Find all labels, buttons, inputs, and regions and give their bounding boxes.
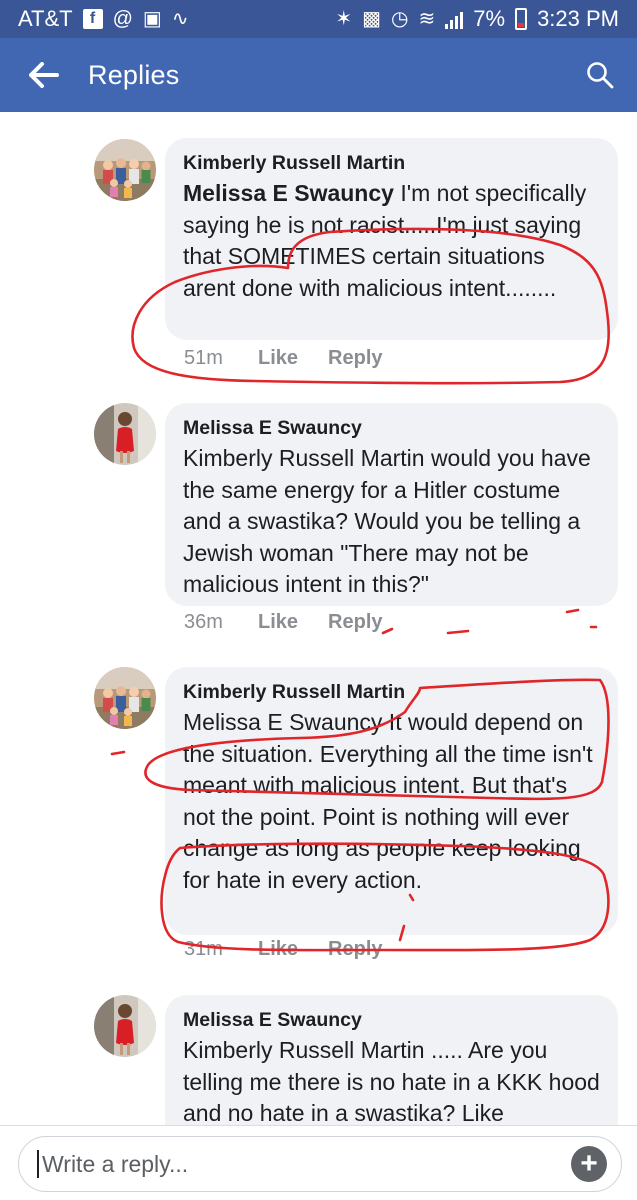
carrier-label: AT&T xyxy=(18,6,73,31)
app-bar: Replies xyxy=(0,38,637,112)
back-button[interactable] xyxy=(0,38,88,112)
comment-mention[interactable]: Melissa E Swauncy xyxy=(183,180,394,206)
reply-bar: Write a reply... + xyxy=(0,1125,637,1200)
text-caret xyxy=(37,1150,39,1178)
woman-red-dress-avatar-icon xyxy=(94,403,156,465)
facebook-notification-icon: f xyxy=(82,9,103,29)
like-button[interactable]: Like xyxy=(258,938,298,961)
comment-text: Kimberly Russell Martin ..... Are you te… xyxy=(183,1037,600,1125)
woman-red-dress-avatar-icon xyxy=(94,995,156,1057)
comment-author[interactable]: Melissa E Swauncy xyxy=(183,415,600,441)
reply-button[interactable]: Reply xyxy=(328,347,382,370)
nfc-icon: ▩ xyxy=(362,8,382,30)
comment-time: 51m xyxy=(184,347,223,369)
avatar[interactable] xyxy=(94,995,156,1057)
family-photo-avatar-icon xyxy=(94,139,156,201)
signal-icon xyxy=(445,9,464,29)
alarm-icon: ◷ xyxy=(391,8,409,30)
bluetooth-icon: ✶ xyxy=(335,8,353,30)
clock: 3:23 PM xyxy=(537,6,619,31)
page-title: Replies xyxy=(88,59,180,90)
comment-bubble[interactable]: Kimberly Russell Martin Melissa E Swaunc… xyxy=(165,667,618,935)
battery-percent: 7% xyxy=(473,6,506,31)
comment-actions: 51m Like Reply xyxy=(184,347,413,370)
replies-feed[interactable]: Kimberly Russell Martin Melissa E Swaunc… xyxy=(0,112,637,1125)
reply-input[interactable]: Write a reply... xyxy=(18,1136,622,1192)
add-attachment-button[interactable]: + xyxy=(571,1146,607,1182)
wifi-icon: ≋ xyxy=(418,8,436,30)
comment-text: Melissa E Swauncy It would depend on the… xyxy=(183,709,593,893)
reply-button[interactable]: Reply xyxy=(328,938,382,961)
search-button[interactable] xyxy=(563,38,637,112)
avatar[interactable] xyxy=(94,403,156,465)
comment-bubble[interactable]: Melissa E Swauncy Kimberly Russell Marti… xyxy=(165,995,618,1125)
comment-time: 36m xyxy=(184,611,223,633)
comment-author[interactable]: Kimberly Russell Martin xyxy=(183,679,600,705)
reply-button[interactable]: Reply xyxy=(328,611,382,634)
back-arrow-icon xyxy=(29,62,59,88)
comment-author[interactable]: Melissa E Swauncy xyxy=(183,1007,600,1033)
family-photo-avatar-icon xyxy=(94,667,156,729)
comment-author[interactable]: Kimberly Russell Martin xyxy=(183,150,600,176)
avatar[interactable] xyxy=(94,667,156,729)
comment-text: Melissa E Swauncy I'm not specifically s… xyxy=(183,178,600,304)
comment-bubble[interactable]: Kimberly Russell Martin Melissa E Swaunc… xyxy=(165,138,618,340)
comment-time: 31m xyxy=(184,938,223,960)
reply-placeholder: Write a reply... xyxy=(42,1150,189,1177)
comment-bubble[interactable]: Melissa E Swauncy Kimberly Russell Marti… xyxy=(165,403,618,606)
avatar[interactable] xyxy=(94,139,156,201)
comment-actions: 36m Like Reply xyxy=(184,611,413,634)
like-button[interactable]: Like xyxy=(258,347,298,370)
status-bar: AT&T f @ ▣ ∿ ✶ ▩ ◷ ≋ 7% 3:23 PM xyxy=(0,0,637,38)
comment-actions: 31m Like Reply xyxy=(184,938,413,961)
search-icon xyxy=(587,62,614,89)
voicemail-icon: ▣ xyxy=(142,8,162,30)
notification-icon: ∿ xyxy=(171,8,189,30)
battery-icon xyxy=(515,8,528,30)
plus-icon: + xyxy=(580,1147,598,1180)
comment-text: Kimberly Russell Martin would you have t… xyxy=(183,445,591,597)
like-button[interactable]: Like xyxy=(258,611,298,634)
at-sign-icon: @ xyxy=(112,8,133,30)
